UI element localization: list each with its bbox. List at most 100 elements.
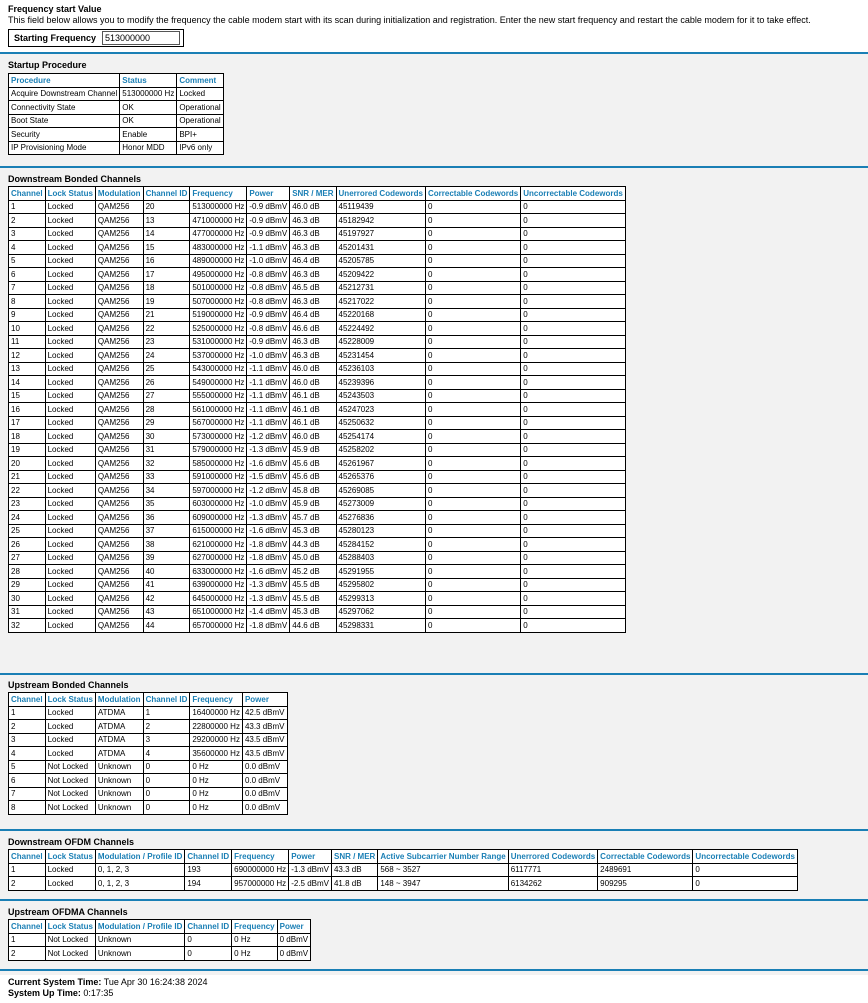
table-cell: 27	[8, 550, 46, 565]
table-cell: QAM256	[94, 307, 144, 322]
table-cell: 45217022	[335, 294, 427, 309]
table-cell: 25	[8, 523, 46, 538]
table-cell: QAM256	[94, 618, 144, 633]
table-cell: -1.6 dBmV	[246, 564, 291, 579]
table-cell: 513000000 Hz	[119, 86, 178, 101]
table-row: 30 Locked QAM256 42 645000000 Hz -1.3 dBmV 45.…	[8, 591, 626, 606]
table-cell: Locked	[44, 719, 96, 734]
table-cell: QAM256	[94, 402, 144, 417]
table-cell: QAM256	[94, 442, 144, 457]
ofdma-section: Upstream OFDMA Channels Channel Lock Stat…	[0, 901, 868, 975]
table-row: 3 Locked ATDMA 3 29200000 Hz 43.5 dBmV	[8, 732, 288, 747]
table-cell: 0	[424, 442, 522, 457]
separator	[0, 969, 868, 971]
starting-frequency-input[interactable]	[102, 31, 181, 45]
table-row: Boot State OK Operational	[7, 113, 224, 128]
table-cell: 45273009	[335, 496, 427, 511]
table-cell: 621000000 Hz	[189, 537, 248, 552]
table-cell: 45.6 dB	[289, 469, 337, 484]
table-cell: Unknown	[94, 946, 186, 961]
table-cell: QAM256	[94, 429, 144, 444]
table-cell: 43	[142, 604, 191, 619]
column-header: SNR / MER	[289, 186, 337, 201]
table-cell: 0	[184, 946, 233, 961]
table-cell: 45250632	[335, 415, 427, 430]
table-cell: 4	[8, 746, 46, 761]
table-cell: 46.4 dB	[289, 253, 337, 268]
column-header: Lock Status	[44, 919, 96, 934]
table-cell: 32	[8, 618, 46, 633]
table-cell: 0	[520, 402, 626, 417]
table-cell: -1.1 dBmV	[246, 402, 291, 417]
table-cell: -1.2 dBmV	[246, 429, 291, 444]
table-cell: Locked	[44, 469, 96, 484]
table-row: 13 Locked QAM256 25 543000000 Hz -1.1 dBmV 46.…	[8, 361, 626, 376]
table-cell: -1.1 dBmV	[246, 240, 291, 255]
column-header: Uncorrectable Codewords	[692, 849, 798, 864]
table-cell: 609000000 Hz	[189, 510, 248, 525]
table-row: 24 Locked QAM256 36 609000000 Hz -1.3 dBmV 45.…	[8, 510, 626, 525]
table-cell: QAM256	[94, 591, 144, 606]
table-cell: 0	[520, 226, 626, 241]
table-cell: Locked	[44, 294, 96, 309]
table-cell: 0	[424, 253, 522, 268]
table-cell: QAM256	[94, 267, 144, 282]
table-cell: Locked	[44, 523, 96, 538]
startup-section: Startup Procedure Procedure Status Comment…	[0, 54, 868, 172]
table-cell: QAM256	[94, 456, 144, 471]
table-row: Acquire Downstream Channel 513000000 Hz Lo…	[7, 86, 224, 101]
table-cell: 45297062	[335, 604, 427, 619]
startup-header-row: Procedure Status Comment	[7, 73, 224, 88]
table-cell: 0	[520, 604, 626, 619]
table-cell: 0	[424, 523, 522, 538]
table-cell: QAM256	[94, 415, 144, 430]
ofdm-title: Downstream OFDM Channels	[8, 837, 135, 847]
table-cell: QAM256	[94, 199, 144, 214]
table-cell: 477000000 Hz	[189, 226, 248, 241]
table-cell: 0	[692, 876, 798, 891]
table-cell: 15	[142, 240, 191, 255]
table-cell: 45220168	[335, 307, 427, 322]
table-cell: Locked	[44, 429, 96, 444]
table-cell: 957000000 Hz	[231, 876, 290, 891]
table-row: 1 Locked QAM256 20 513000000 Hz -0.9 dBmV 46.0…	[8, 199, 626, 214]
table-cell: Locked	[44, 550, 96, 565]
upstream-header-row: Channel Lock Status Modulation Channel ID Fr…	[8, 692, 288, 707]
table-cell: -1.3 dBmV	[246, 577, 291, 592]
table-cell: 44	[142, 618, 191, 633]
table-row: 1 Locked ATDMA 1 16400000 Hz 42.5 dBmV	[8, 705, 288, 720]
table-cell: 0 dBmV	[276, 932, 312, 947]
table-cell: 1	[8, 199, 46, 214]
table-cell: 0	[424, 537, 522, 552]
table-cell: 21	[142, 307, 191, 322]
table-cell: 26	[8, 537, 46, 552]
table-cell: 2	[8, 213, 46, 228]
column-header: Unerrored Codewords	[507, 849, 599, 864]
table-cell: 0	[424, 415, 522, 430]
table-cell: 13	[8, 361, 46, 376]
table-cell: 46.3 dB	[289, 213, 337, 228]
ofdma-title: Upstream OFDMA Channels	[8, 907, 128, 917]
table-cell: 30	[8, 591, 46, 606]
table-cell: Locked	[44, 496, 96, 511]
table-cell: 26	[142, 375, 191, 390]
table-cell: 1	[8, 862, 46, 877]
table-cell: -1.6 dBmV	[246, 523, 291, 538]
table-cell: QAM256	[94, 294, 144, 309]
table-cell: -0.9 dBmV	[246, 199, 291, 214]
table-cell: 45299313	[335, 591, 427, 606]
table-cell: 45.9 dB	[289, 442, 337, 457]
table-cell: 39	[142, 550, 191, 565]
table-cell: 0	[520, 577, 626, 592]
table-cell: 909295	[597, 876, 694, 891]
table-cell: 543000000 Hz	[189, 361, 248, 376]
table-cell: 35600000 Hz	[189, 746, 243, 761]
table-cell: 32	[142, 456, 191, 471]
table-cell: -1.4 dBmV	[246, 604, 291, 619]
table-cell: 45197927	[335, 226, 427, 241]
table-cell: 45254174	[335, 429, 427, 444]
table-cell: 651000000 Hz	[189, 604, 248, 619]
table-cell: QAM256	[94, 280, 144, 295]
table-cell: -1.2 dBmV	[246, 483, 291, 498]
table-cell: 0	[520, 550, 626, 565]
